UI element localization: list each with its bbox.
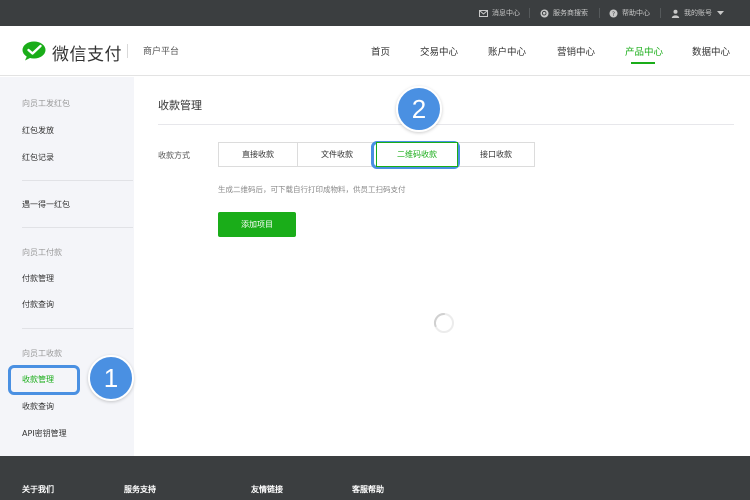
- nav-active-indicator: [631, 62, 655, 64]
- sidebar-item-yideyi-red-packet[interactable]: 遇一得一红包: [22, 199, 70, 210]
- provider-search-link[interactable]: 服务商搜索: [540, 0, 588, 26]
- sidebar-item-collection-query[interactable]: 收款查询: [22, 401, 54, 412]
- step-badge-1: 1: [88, 355, 134, 401]
- footer-friendly-links[interactable]: 友情链接: [251, 484, 283, 495]
- top-utility-bar: 消息中心 服务商搜索 ? 帮助中心 我的账号: [0, 0, 750, 26]
- collection-method-label: 收款方式: [158, 151, 190, 160]
- tab-api-collection[interactable]: 接口收款: [457, 142, 535, 167]
- sidebar-group-red-packet: 向员工发红包: [22, 99, 70, 108]
- tab-direct-collection[interactable]: 直接收款: [218, 142, 298, 167]
- sidebar-divider: [22, 180, 133, 181]
- svg-text:?: ?: [612, 10, 615, 17]
- nav-home[interactable]: 首页: [371, 44, 390, 58]
- nav-product-center[interactable]: 产品中心: [625, 44, 663, 58]
- help-center-label: 帮助中心: [622, 9, 650, 17]
- nav-marketing-center[interactable]: 营销中心: [557, 44, 595, 58]
- loading-spinner-icon: [434, 312, 454, 333]
- sidebar-divider: [22, 227, 133, 228]
- page-title: 收款管理: [158, 99, 202, 112]
- footer-customer-help[interactable]: 客服帮助: [352, 484, 384, 495]
- provider-search-label: 服务商搜索: [553, 9, 588, 17]
- highlight-box-collection-management: [8, 365, 80, 395]
- topbar-divider: [529, 8, 530, 18]
- tab-file-collection[interactable]: 文件收款: [297, 142, 377, 167]
- message-center-link[interactable]: 消息中心: [479, 0, 520, 26]
- sidebar-divider: [22, 328, 133, 329]
- sidebar-item-payment-query[interactable]: 付款查询: [22, 299, 54, 310]
- nav-account-center[interactable]: 账户中心: [488, 44, 526, 58]
- footer: 关于我们 服务支持 友情链接 客服帮助: [0, 456, 750, 500]
- sidebar-item-api-key-management[interactable]: API密钥管理: [22, 428, 67, 439]
- footer-service-support[interactable]: 服务支持: [124, 484, 156, 495]
- tab-qrcode-collection[interactable]: 二维码收款: [376, 142, 458, 167]
- nav-data-center[interactable]: 数据中心: [692, 44, 730, 58]
- wechat-pay-logo[interactable]: 微信支付: [22, 40, 122, 65]
- help-center-link[interactable]: ? 帮助中心: [609, 0, 650, 26]
- sidebar-group-collect-from-employees: 向员工收款: [22, 349, 62, 358]
- mail-icon: [479, 9, 488, 18]
- caret-down-icon: [717, 9, 724, 17]
- search-circle-icon: [540, 9, 549, 18]
- footer-about-us[interactable]: 关于我们: [22, 484, 54, 495]
- main-header: 微信支付 商户平台 首页 交易中心 账户中心 营销中心 产品中心 数据中心: [0, 26, 750, 76]
- wechat-pay-logo-icon: [22, 41, 46, 65]
- message-center-label: 消息中心: [492, 9, 520, 17]
- my-account-label: 我的账号: [684, 9, 712, 17]
- title-divider: [158, 124, 734, 125]
- sidebar-item-red-packet-send[interactable]: 红包发放: [22, 125, 54, 136]
- help-icon: ?: [609, 9, 618, 18]
- sidebar-group-pay-employees: 向员工付款: [22, 248, 62, 257]
- merchant-platform-label: 商户平台: [143, 47, 180, 57]
- nav-trade-center[interactable]: 交易中心: [420, 44, 458, 58]
- add-project-button[interactable]: 添加项目: [218, 212, 296, 237]
- user-icon: [671, 9, 680, 18]
- step-badge-2: 2: [396, 86, 442, 132]
- sidebar-item-red-packet-record[interactable]: 红包记录: [22, 152, 54, 163]
- logo-divider: [127, 44, 128, 58]
- qrcode-hint-text: 生成二维码后，可下载自行打印成物料，供员工扫码支付: [218, 185, 406, 194]
- collection-method-tabs: 直接收款 文件收款 二维码收款 接口收款: [218, 142, 535, 167]
- sidebar-item-payment-management[interactable]: 付款管理: [22, 273, 54, 284]
- topbar-divider: [599, 8, 600, 18]
- topbar-divider: [660, 8, 661, 18]
- logo-text: 微信支付: [52, 45, 122, 65]
- my-account-menu[interactable]: 我的账号: [671, 0, 724, 26]
